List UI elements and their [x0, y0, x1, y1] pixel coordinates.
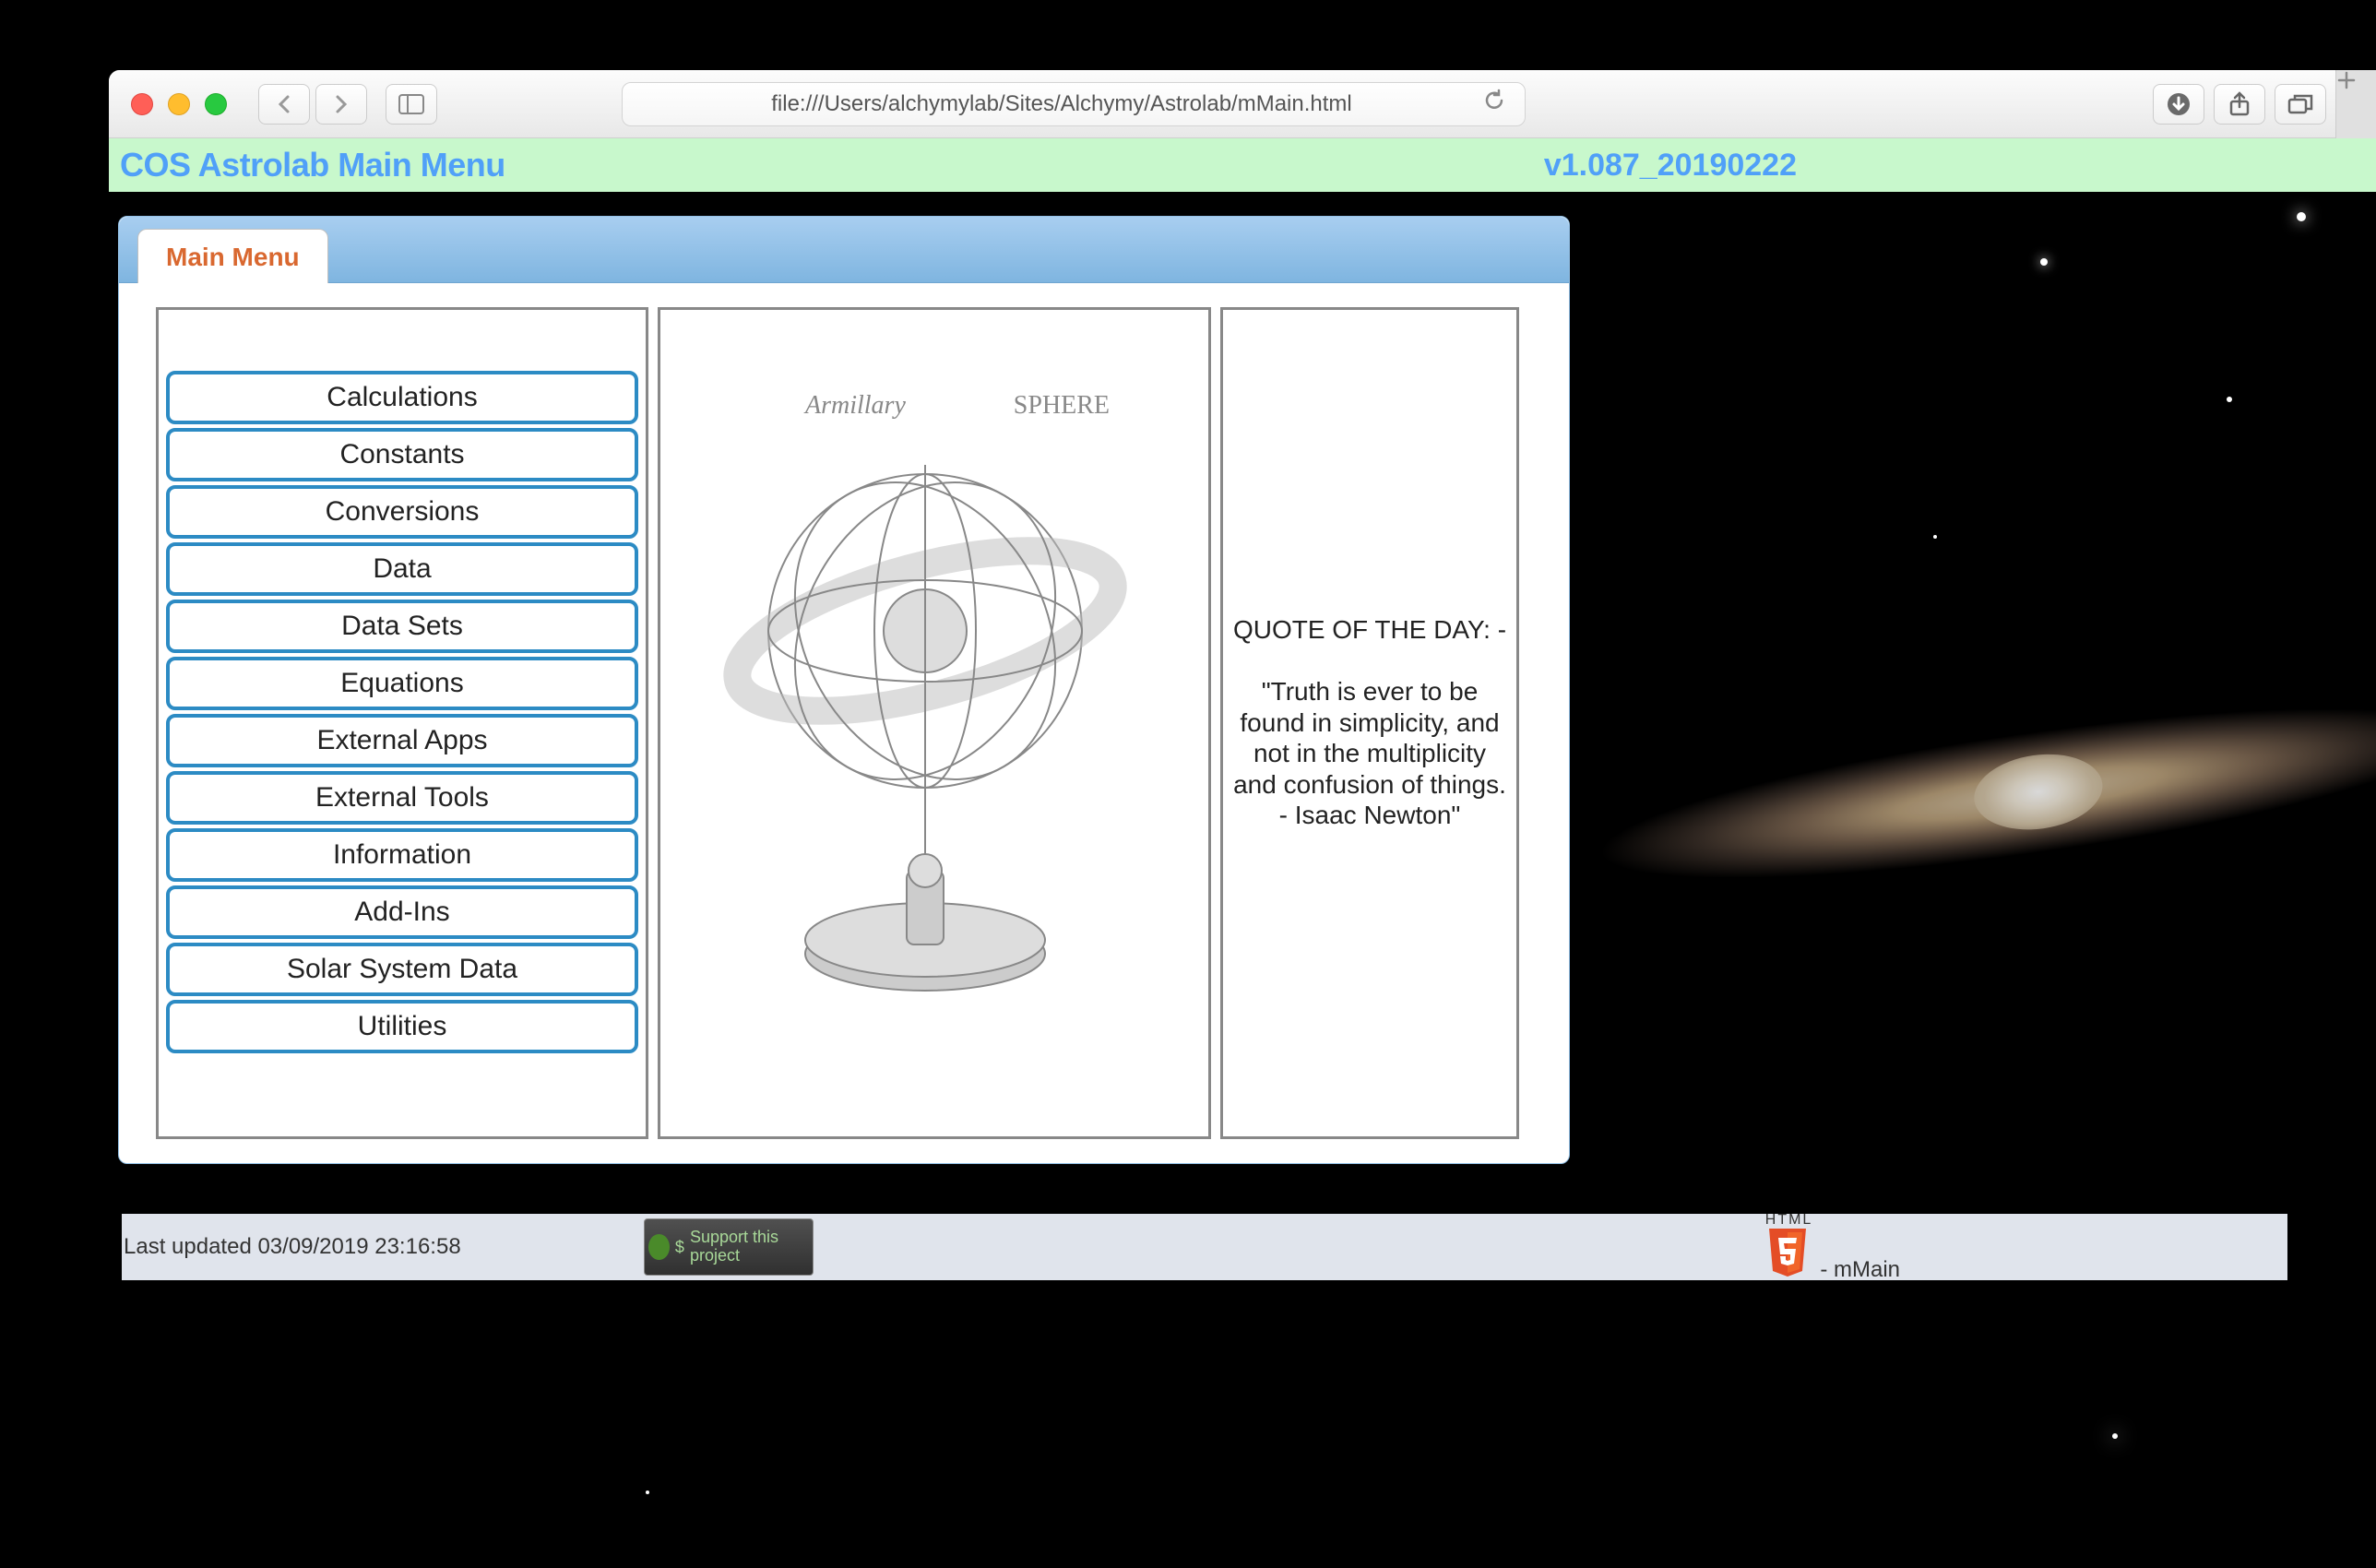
support-label: Support this project [690, 1229, 809, 1265]
galaxy-image [1455, 533, 2376, 1052]
browser-titlebar: file:///Users/alchymylab/Sites/Alchymy/A… [109, 70, 2376, 138]
last-updated-text: Last updated 03/09/2019 23:16:58 [124, 1234, 461, 1260]
menu-calculations-button[interactable]: Calculations [166, 371, 638, 424]
star-decoration [1933, 535, 1937, 539]
page-title: COS Astrolab Main Menu [120, 146, 505, 184]
menu-equations-button[interactable]: Equations [166, 657, 638, 710]
share-button[interactable] [2214, 84, 2265, 125]
back-button[interactable] [258, 84, 310, 125]
new-tab-button[interactable] [2335, 70, 2376, 138]
page-header: COS Astrolab Main Menu v1.087_20190222 [109, 138, 2376, 192]
minimize-window-button[interactable] [168, 93, 190, 115]
main-card: Main Menu Calculations Constants Convers… [118, 216, 1570, 1164]
url-text: file:///Users/alchymylab/Sites/Alchymy/A… [641, 91, 1482, 117]
illustration-column: Armillary SPHERE [658, 307, 1211, 1139]
html5-label: HTML [1765, 1212, 1813, 1229]
toolbar-right [2153, 70, 2376, 138]
armillary-svg [685, 373, 1183, 1074]
downloads-button[interactable] [2153, 84, 2204, 125]
gear-icon [648, 1234, 670, 1260]
star-decoration [2297, 212, 2306, 221]
version-label: v1.087_20190222 [1544, 148, 1797, 184]
menu-conversions-button[interactable]: Conversions [166, 485, 638, 539]
quote-column: QUOTE OF THE DAY: - "Truth is ever to be… [1220, 307, 1519, 1139]
menu-add-ins-button[interactable]: Add-Ins [166, 885, 638, 939]
tab-main-menu[interactable]: Main Menu [137, 229, 328, 283]
html5-badge: HTML - mMain [1765, 1212, 1900, 1283]
tabs-icon [2287, 93, 2313, 115]
star-decoration [2040, 258, 2048, 266]
safari-window: file:///Users/alchymylab/Sites/Alchymy/A… [109, 70, 2376, 1304]
plus-icon [2336, 70, 2357, 90]
card-body: Calculations Constants Conversions Data … [119, 283, 1569, 1163]
sidebar-icon [398, 94, 424, 114]
maximize-window-button[interactable] [205, 93, 227, 115]
chevron-left-icon [275, 93, 293, 115]
star-decoration [646, 1491, 649, 1494]
chevron-right-icon [332, 93, 350, 115]
quote-text: "Truth is ever to be found in simplicity… [1229, 676, 1511, 831]
address-bar[interactable]: file:///Users/alchymylab/Sites/Alchymy/A… [622, 82, 1526, 126]
armillary-sphere-illustration: Armillary SPHERE [685, 373, 1183, 1074]
illustration-label-left: Armillary [805, 391, 906, 421]
star-decoration [2227, 397, 2232, 402]
footer-page-name: - mMain [1820, 1257, 1900, 1283]
tabs-button[interactable] [2275, 84, 2326, 125]
menu-data-button[interactable]: Data [166, 542, 638, 596]
menu-information-button[interactable]: Information [166, 828, 638, 882]
star-decoration [2112, 1433, 2118, 1439]
menu-utilities-button[interactable]: Utilities [166, 1000, 638, 1053]
share-icon [2228, 91, 2251, 117]
navigation-buttons [258, 84, 367, 125]
menu-external-apps-button[interactable]: External Apps [166, 714, 638, 767]
menu-constants-button[interactable]: Constants [166, 428, 638, 481]
illustration-label-right: SPHERE [1014, 391, 1110, 421]
support-project-button[interactable]: $ Support this project [644, 1218, 814, 1276]
menu-external-tools-button[interactable]: External Tools [166, 771, 638, 825]
close-window-button[interactable] [131, 93, 153, 115]
forward-button[interactable] [315, 84, 367, 125]
menu-solar-system-data-button[interactable]: Solar System Data [166, 943, 638, 996]
sidebar-toggle-button[interactable] [386, 84, 437, 125]
menu-column: Calculations Constants Conversions Data … [156, 307, 648, 1139]
download-icon [2166, 91, 2192, 117]
quote-heading: QUOTE OF THE DAY: - [1229, 615, 1511, 645]
menu-data-sets-button[interactable]: Data Sets [166, 600, 638, 653]
html5-icon [1765, 1229, 1810, 1278]
window-controls [131, 93, 227, 115]
reload-icon[interactable] [1482, 89, 1506, 119]
tab-bar: Main Menu [119, 217, 1569, 283]
page-footer: Last updated 03/09/2019 23:16:58 $ Suppo… [122, 1214, 2287, 1280]
page-content: COS Astrolab Main Menu v1.087_20190222 M… [109, 138, 2376, 1304]
